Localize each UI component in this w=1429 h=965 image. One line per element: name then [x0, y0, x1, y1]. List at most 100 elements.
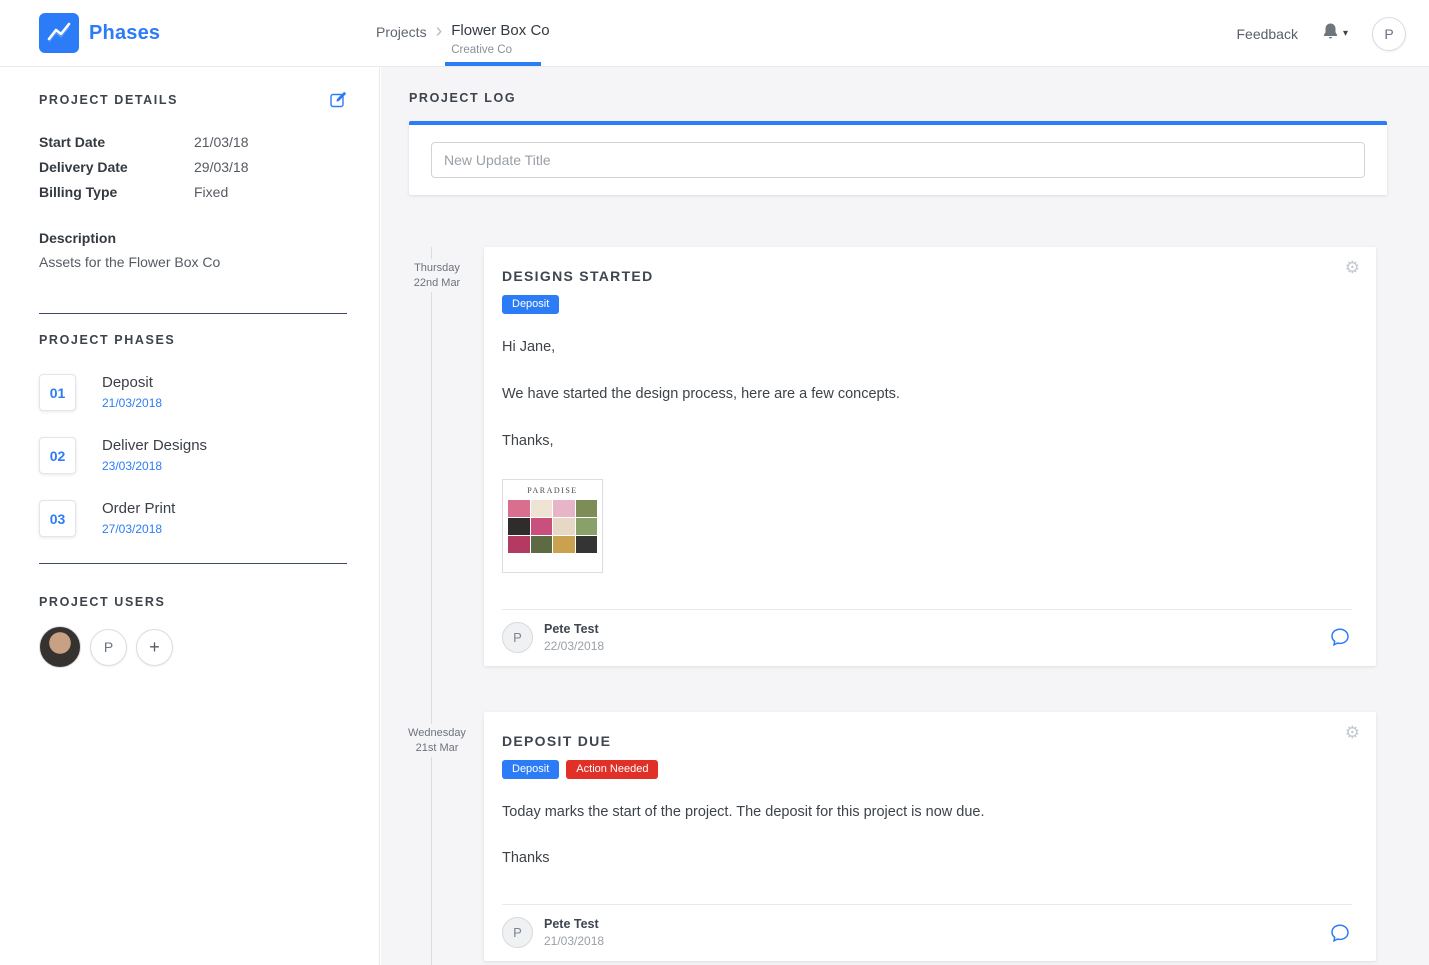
comment-bubble-icon[interactable] [1330, 627, 1350, 647]
bell-icon [1322, 22, 1339, 45]
project-details-list: Start Date 21/03/18 Delivery Date 29/03/… [39, 134, 347, 200]
feedback-link[interactable]: Feedback [1236, 26, 1297, 42]
update-date: 22/03/2018 [544, 638, 605, 653]
detail-label: Delivery Date [39, 159, 128, 175]
detail-row: Delivery Date 29/03/18 [39, 159, 347, 175]
badge-row: Deposit [502, 295, 1352, 314]
sidebar-divider [39, 563, 347, 564]
author-name: Pete Test [544, 621, 599, 636]
description-block: Description Assets for the Flower Box Co [39, 230, 347, 270]
body-paragraph: Thanks [502, 850, 550, 867]
breadcrumb-current-wrap: Flower Box Co Creative Co [451, 22, 549, 56]
brand-name: Phases [89, 21, 161, 44]
update-title: DESIGNS STARTED [502, 268, 654, 284]
body-paragraph: Today marks the start of the project. Th… [502, 803, 985, 820]
notifications-dropdown[interactable]: ▾ [1322, 22, 1348, 45]
gear-icon[interactable]: ⚙ [1345, 724, 1360, 741]
body-paragraph: We have started the design process, here… [502, 385, 900, 402]
comment-bubble-icon[interactable] [1330, 923, 1350, 943]
badge-row: Deposit Action Needed [502, 759, 1352, 779]
phase-date: 21/03/2018 [102, 396, 163, 410]
phase-item-deliver-designs[interactable]: 02 Deliver Designs 23/03/2018 [39, 437, 347, 474]
description-text: Assets for the Flower Box Co [39, 254, 221, 270]
chevron-right-icon: › [435, 20, 443, 42]
phase-item-deposit[interactable]: 01 Deposit 21/03/2018 [39, 374, 347, 411]
active-tab-underline [445, 62, 541, 66]
entry-day: Thursday [414, 262, 460, 274]
detail-label: Billing Type [39, 184, 118, 200]
detail-value: 21/03/18 [194, 134, 249, 150]
top-navbar: Phases Projects › Flower Box Co Creative… [0, 0, 1429, 67]
project-details-heading: PROJECT DETAILS [39, 92, 179, 107]
update-title: DEPOSIT DUE [502, 732, 612, 749]
author-avatar: P [502, 917, 533, 949]
new-update-card [409, 121, 1387, 195]
attachment-art [508, 499, 597, 553]
author-avatar: P [502, 621, 533, 653]
update-footer: P Pete Test 21/03/2018 [502, 904, 1352, 961]
detail-row: Start Date 21/03/18 [39, 134, 347, 150]
log-entry-deposit-due: Wednesday 21st Mar DEPOSIT DUE ⚙ Deposit… [401, 711, 1376, 962]
attachment-title: PARADISE [527, 485, 578, 495]
entry-date: 21st Mar [415, 741, 459, 754]
project-users-heading: PROJECT USERS [39, 595, 166, 609]
phase-date: 27/03/2018 [102, 522, 163, 536]
new-update-title-input[interactable] [431, 142, 1365, 178]
project-phases-heading: PROJECT PHASES [39, 333, 176, 347]
timeline-line [431, 247, 432, 965]
entry-date: 22nd Mar [413, 277, 461, 289]
add-user-button[interactable]: + [136, 628, 173, 666]
phase-number-badge: 02 [39, 437, 76, 474]
phase-number-badge: 01 [39, 374, 76, 411]
phase-name: Deposit [102, 374, 153, 391]
user-avatar-photo[interactable] [39, 626, 81, 668]
phase-item-order-print[interactable]: 03 Order Print 27/03/2018 [39, 500, 347, 537]
entry-date-label: Thursday 22nd Mar [401, 259, 473, 292]
project-sidebar: PROJECT DETAILS Start Date 21/03/18 Deli… [0, 67, 380, 965]
body-paragraph: Hi Jane, [502, 339, 556, 355]
caret-down-icon: ▾ [1342, 28, 1348, 39]
author-name: Pete Test [544, 917, 599, 932]
breadcrumb: Projects › Flower Box Co Creative Co [376, 20, 550, 56]
detail-row: Billing Type Fixed [39, 184, 347, 200]
update-footer: P Pete Test 22/03/2018 [502, 608, 1352, 666]
entry-date-label: Wednesday 21st Mar [401, 723, 473, 757]
user-menu-avatar[interactable]: P [1372, 16, 1406, 51]
sidebar-divider [39, 313, 347, 314]
detail-label: Start Date [39, 134, 106, 150]
phase-name: Order Print [102, 500, 176, 517]
description-label: Description [39, 230, 117, 246]
phase-list: 01 Deposit 21/03/2018 02 Deliver Designs… [39, 374, 347, 537]
phase-date: 23/03/2018 [102, 459, 163, 473]
edit-project-details-icon[interactable] [330, 91, 347, 108]
update-date: 21/03/2018 [544, 934, 605, 949]
project-log-heading: PROJECT LOG [409, 91, 517, 105]
update-body: Hi Jane, We have started the design proc… [502, 338, 1352, 573]
breadcrumb-projects-link[interactable]: Projects [376, 24, 427, 40]
update-body: Today marks the start of the project. Th… [502, 803, 1352, 869]
phase-name: Deliver Designs [102, 437, 208, 454]
phase-badge: Deposit [502, 759, 560, 779]
project-users-row: P + [39, 626, 347, 668]
update-card: DESIGNS STARTED ⚙ Deposit Hi Jane, We ha… [484, 247, 1376, 666]
phase-number-badge: 03 [39, 500, 76, 537]
brand-home-link[interactable]: Phases [39, 13, 160, 53]
breadcrumb-client-subtitle: Creative Co [451, 44, 512, 56]
attachment-thumbnail[interactable]: PARADISE [502, 478, 603, 573]
breadcrumb-current-project: Flower Box Co [451, 22, 550, 39]
project-log-panel: PROJECT LOG Thursday 22nd Mar DESIGNS ST… [381, 67, 1429, 965]
app-page: Phases Projects › Flower Box Co Creative… [0, 0, 1429, 965]
log-entry-designs-started: Thursday 22nd Mar DESIGNS STARTED ⚙ Depo… [401, 247, 1376, 666]
phase-badge: Deposit [502, 295, 560, 314]
user-avatar-initial[interactable]: P [90, 628, 127, 666]
detail-value: Fixed [194, 184, 229, 200]
detail-value: 29/03/18 [194, 159, 249, 175]
body-paragraph: Thanks, [502, 432, 554, 449]
entry-day: Wednesday [408, 726, 466, 739]
update-card: DEPOSIT DUE ⚙ Deposit Action Needed Toda… [484, 711, 1376, 962]
navbar-right-group: Feedback ▾ P [1236, 0, 1406, 67]
phases-logo-icon [39, 13, 79, 53]
gear-icon[interactable]: ⚙ [1345, 259, 1360, 276]
update-timeline: Thursday 22nd Mar DESIGNS STARTED ⚙ Depo… [401, 247, 1387, 965]
action-needed-badge: Action Needed [566, 759, 659, 779]
